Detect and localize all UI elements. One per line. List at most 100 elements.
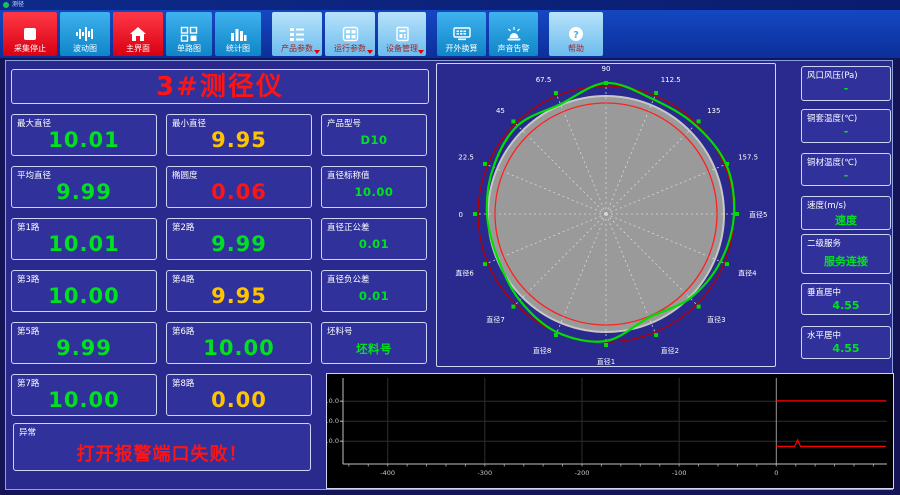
svg-text:22.5: 22.5 bbox=[458, 153, 474, 161]
external-calc-button[interactable]: 开外换算 bbox=[437, 12, 486, 56]
channel-7-box: 第7路 10.00 bbox=[11, 374, 157, 416]
trend-chart-svg: 10.0 10.0 10.0 -400 -300 -200 -100 0 bbox=[325, 374, 893, 492]
device-manage-button[interactable]: 设备管理 bbox=[378, 12, 426, 56]
sound-alarm-button[interactable]: 声音告警 bbox=[489, 12, 538, 56]
gauge-title: 3#测径仪 bbox=[156, 72, 284, 102]
svg-text:10.0: 10.0 bbox=[327, 397, 339, 405]
button-label: 采集停止 bbox=[14, 44, 46, 53]
exception-label: 异常 bbox=[19, 428, 37, 438]
positive-tolerance-box: 直径正公差 0.01 bbox=[321, 218, 427, 260]
product-params-icon bbox=[290, 28, 304, 41]
exception-message: 打开报警端口失败！ bbox=[76, 444, 248, 465]
main-content: 3#测径仪 最大直径 10.01 最小直径 9.95 产品型号 D10 平均直径… bbox=[5, 60, 894, 492]
svg-text:0: 0 bbox=[774, 469, 778, 477]
svg-text:10.0: 10.0 bbox=[327, 417, 339, 425]
help-button[interactable]: ? 帮助 bbox=[549, 12, 603, 56]
svg-text:67.5: 67.5 bbox=[536, 76, 552, 84]
main-screen-button[interactable]: 主界面 bbox=[113, 12, 163, 56]
run-params-button[interactable]: 运行参数 bbox=[325, 12, 375, 56]
svg-text:-300: -300 bbox=[477, 469, 492, 477]
channel-1-box: 第1路 10.01 bbox=[11, 218, 157, 260]
dropdown-arrow-icon bbox=[314, 50, 320, 54]
cross-section-chart: 0 22.5 45 67.5 90 112.5 135 157.5 直径5 直径4 直径3 直径2 直径… bbox=[436, 63, 776, 367]
panel-value: - bbox=[843, 125, 849, 138]
button-label: 声音告警 bbox=[497, 44, 530, 53]
metric-value: 坯料号 bbox=[356, 342, 392, 356]
min-diameter-box: 最小直径 9.95 bbox=[166, 114, 312, 156]
svg-text:-400: -400 bbox=[380, 469, 395, 477]
device-manage-icon bbox=[395, 26, 409, 42]
metric-label: 坯料号 bbox=[327, 327, 353, 337]
button-label: 帮助 bbox=[568, 44, 584, 53]
metric-value: 10.00 bbox=[48, 388, 120, 412]
panes-icon bbox=[180, 26, 198, 42]
wave-chart-button[interactable]: 波动图 bbox=[60, 12, 110, 56]
metric-value: 9.95 bbox=[211, 128, 267, 152]
metric-value: 0.06 bbox=[211, 180, 267, 204]
metric-label: 直径负公差 bbox=[327, 275, 370, 285]
window-title: 测径 bbox=[12, 1, 25, 8]
channel-6-box: 第6路 10.00 bbox=[166, 322, 312, 364]
svg-text:直径4: 直径4 bbox=[738, 269, 757, 278]
single-channel-button[interactable]: 单路图 bbox=[166, 12, 212, 56]
horizontal-center-box: 水平居中 4.55 bbox=[801, 326, 891, 359]
button-label: 产品参数 bbox=[281, 44, 313, 53]
svg-text:112.5: 112.5 bbox=[661, 76, 681, 84]
svg-text:-200: -200 bbox=[575, 469, 590, 477]
help-icon: ? bbox=[569, 27, 583, 41]
panel-label: 铜材温度(℃) bbox=[807, 158, 858, 168]
svg-text:0: 0 bbox=[459, 211, 463, 219]
metric-value: 0.01 bbox=[358, 237, 390, 251]
stop-icon bbox=[24, 28, 36, 40]
wind-pressure-box: 风口风压(Pa) - bbox=[801, 66, 891, 101]
svg-text:直径7: 直径7 bbox=[486, 315, 504, 324]
dropdown-arrow-icon bbox=[367, 50, 373, 54]
copper-sleeve-temp-box: 铜套温度(℃) - bbox=[801, 109, 891, 143]
panel-value: - bbox=[843, 169, 849, 182]
app-icon bbox=[3, 2, 9, 8]
toolbar: 采集停止 波动图 主界面 单路图 统计图 产品参数 运行参数 设备管理 开外换算… bbox=[0, 10, 900, 58]
button-label: 运行参数 bbox=[334, 44, 366, 53]
product-params-button[interactable]: 产品参数 bbox=[272, 12, 322, 56]
billet-no-box: 坯料号 坯料号 bbox=[321, 322, 427, 364]
ovality-box: 椭圆度 0.06 bbox=[166, 166, 312, 208]
cross-section-svg: 0 22.5 45 67.5 90 112.5 135 157.5 直径5 直径4 直径3 直径2 直径… bbox=[437, 64, 775, 370]
metric-value: 0.01 bbox=[358, 289, 390, 303]
statistics-button[interactable]: 统计图 bbox=[215, 12, 261, 56]
negative-tolerance-box: 直径负公差 0.01 bbox=[321, 270, 427, 312]
trend-chart: 10.0 10.0 10.0 -400 -300 -200 -100 0 bbox=[325, 373, 894, 492]
metric-label: 产品型号 bbox=[327, 119, 362, 129]
channel-2-box: 第2路 9.99 bbox=[166, 218, 312, 260]
secondary-service-box: 二级服务 服务连接 bbox=[801, 234, 891, 274]
window-titlebar: 测径 bbox=[0, 0, 900, 10]
button-label: 统计图 bbox=[226, 44, 250, 53]
svg-text:直径2: 直径2 bbox=[661, 346, 679, 355]
panel-label: 水平居中 bbox=[807, 331, 842, 341]
panel-label: 铜套温度(℃) bbox=[807, 114, 858, 124]
svg-text:直径5: 直径5 bbox=[749, 210, 767, 219]
gauge-title-panel: 3#测径仪 bbox=[11, 69, 429, 104]
nominal-diameter-box: 直径标称值 10.00 bbox=[321, 166, 427, 208]
svg-text:直径3: 直径3 bbox=[707, 315, 725, 324]
svg-text:45: 45 bbox=[496, 107, 505, 115]
metric-value: 9.95 bbox=[211, 284, 267, 308]
bar-chart-icon bbox=[231, 29, 247, 41]
metric-label: 直径标称值 bbox=[327, 171, 370, 181]
channel-5-box: 第5路 9.99 bbox=[11, 322, 157, 364]
panel-label: 二级服务 bbox=[807, 239, 842, 249]
panel-value: 4.55 bbox=[832, 342, 860, 355]
metric-value: 10.01 bbox=[48, 128, 120, 152]
svg-text:10.0: 10.0 bbox=[327, 437, 339, 445]
metric-value: 10.00 bbox=[203, 336, 275, 360]
metric-value: 10.00 bbox=[48, 284, 120, 308]
panel-value: 速度 bbox=[835, 214, 857, 227]
metric-label: 直径正公差 bbox=[327, 223, 370, 233]
svg-text:-100: -100 bbox=[672, 469, 687, 477]
copper-rod-temp-box: 铜材温度(℃) - bbox=[801, 153, 891, 186]
button-label: 主界面 bbox=[126, 44, 150, 53]
button-label: 波动图 bbox=[73, 44, 97, 53]
stop-acquisition-button[interactable]: 采集停止 bbox=[3, 12, 57, 56]
metrics-grid: 最大直径 10.01 最小直径 9.95 产品型号 D10 平均直径 9.99 … bbox=[11, 114, 429, 416]
svg-text:直径1: 直径1 bbox=[597, 357, 615, 366]
channel-3-box: 第3路 10.00 bbox=[11, 270, 157, 312]
